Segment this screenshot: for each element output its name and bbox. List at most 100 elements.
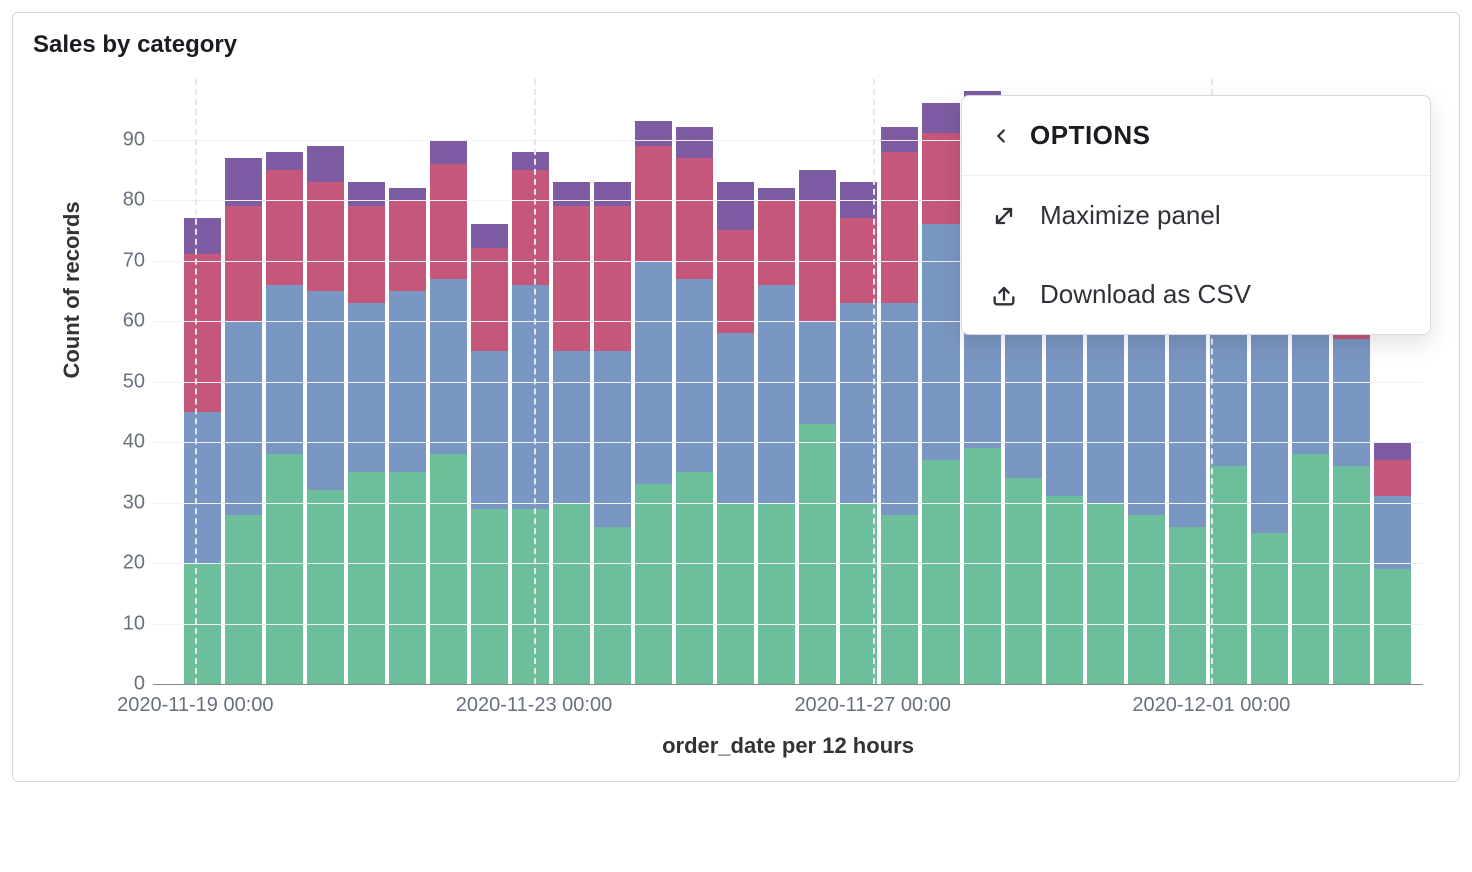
bar[interactable]: [551, 182, 592, 684]
bar-segment-purple: [594, 182, 631, 206]
bar-segment-blue: [512, 285, 549, 509]
bar-segment-green: [964, 448, 1001, 684]
bar[interactable]: [633, 121, 674, 684]
download-csv-item[interactable]: Download as CSV: [962, 255, 1430, 334]
bar-segment-pink: [184, 254, 221, 411]
y-tick-label: 70: [123, 249, 153, 272]
bar-segment-blue: [184, 412, 221, 563]
bar-segment-green: [1087, 503, 1124, 685]
bar-segment-pink: [307, 182, 344, 291]
bar[interactable]: [879, 127, 920, 684]
maximize-panel-label: Maximize panel: [1040, 200, 1221, 231]
bar-segment-green: [430, 454, 467, 684]
bar-segment-pink: [225, 206, 262, 321]
bar-segment-blue: [1374, 496, 1411, 569]
bar[interactable]: [346, 182, 387, 684]
bar-segment-pink: [881, 152, 918, 303]
chart-panel: Sales by category Count of records 01020…: [12, 12, 1460, 782]
gridline: [153, 382, 1423, 383]
bar-segment-green: [1046, 496, 1083, 684]
bar-segment-green: [348, 472, 385, 684]
maximize-panel-item[interactable]: Maximize panel: [962, 176, 1430, 255]
bar[interactable]: [469, 224, 510, 684]
bar[interactable]: [223, 158, 264, 684]
bar[interactable]: [756, 188, 797, 684]
bar[interactable]: [797, 170, 838, 684]
bar-segment-green: [471, 509, 508, 684]
gridline: [153, 442, 1423, 443]
bar-segment-blue: [1005, 327, 1042, 478]
gridline: [153, 624, 1423, 625]
y-axis-label: Count of records: [59, 201, 85, 378]
chevron-left-icon: [990, 125, 1012, 147]
bar[interactable]: [264, 152, 305, 684]
bar-segment-green: [225, 515, 262, 684]
bar-segment-blue: [348, 303, 385, 472]
y-tick-label: 60: [123, 310, 153, 333]
bar-segment-green: [1169, 527, 1206, 684]
bar[interactable]: [592, 182, 633, 684]
y-tick-label: 90: [123, 128, 153, 151]
bar-segment-blue: [553, 351, 590, 502]
bar-segment-pink: [266, 170, 303, 285]
vertical-gridline: [873, 79, 875, 684]
bar[interactable]: [674, 127, 715, 684]
bar-segment-green: [553, 503, 590, 685]
bar-segment-purple: [512, 152, 549, 170]
bar-segment-green: [881, 515, 918, 684]
bar-segment-green: [307, 490, 344, 684]
bar-segment-blue: [635, 261, 672, 485]
bar-segment-purple: [553, 182, 590, 206]
bar-segment-blue: [676, 279, 713, 473]
bar-segment-pink: [1374, 460, 1411, 496]
bar-segment-blue: [717, 333, 754, 502]
bar[interactable]: [715, 182, 756, 684]
y-tick-label: 50: [123, 370, 153, 393]
options-header-label: OPTIONS: [1030, 120, 1151, 151]
y-tick-label: 20: [123, 552, 153, 575]
bar-segment-purple: [307, 146, 344, 182]
expand-icon: [990, 202, 1018, 230]
vertical-gridline: [534, 79, 536, 684]
bar-segment-purple: [430, 140, 467, 164]
bar-segment-purple: [758, 188, 795, 200]
bar-segment-pink: [758, 200, 795, 285]
bar-segment-green: [758, 503, 795, 685]
bar[interactable]: [387, 188, 428, 684]
bar-segment-blue: [1128, 315, 1165, 515]
bar-segment-green: [1210, 466, 1247, 684]
bar-segment-green: [1005, 478, 1042, 684]
bar-segment-green: [1333, 466, 1370, 684]
bar-segment-purple: [389, 188, 426, 200]
y-tick-label: 80: [123, 189, 153, 212]
bar[interactable]: [182, 218, 223, 684]
options-back-button[interactable]: OPTIONS: [962, 96, 1430, 176]
bar-segment-blue: [758, 285, 795, 503]
bar-segment-green: [799, 424, 836, 684]
bar-segment-blue: [1046, 315, 1083, 497]
bar-segment-green: [1128, 515, 1165, 684]
download-icon: [990, 281, 1018, 309]
bar[interactable]: [428, 140, 469, 684]
bar-segment-purple: [348, 182, 385, 206]
bar-segment-green: [635, 484, 672, 684]
bar[interactable]: [920, 103, 961, 684]
bar-segment-pink: [348, 206, 385, 303]
bar[interactable]: [305, 146, 346, 684]
bar-segment-green: [717, 503, 754, 685]
x-tick-label: 2020-11-23 00:00: [456, 684, 612, 717]
bar-segment-blue: [225, 321, 262, 515]
bar-segment-blue: [1333, 339, 1370, 466]
bar-segment-green: [922, 460, 959, 684]
x-tick-label: 2020-12-01 00:00: [1132, 684, 1290, 717]
options-popover: OPTIONS Maximize panel Download as CSV: [961, 95, 1431, 335]
download-csv-label: Download as CSV: [1040, 279, 1251, 310]
bar[interactable]: [510, 152, 551, 684]
y-tick-label: 30: [123, 491, 153, 514]
bar-segment-green: [512, 509, 549, 684]
bar-segment-pink: [922, 133, 959, 224]
bar-segment-blue: [1087, 315, 1124, 503]
bar-segment-pink: [553, 206, 590, 351]
bar-segment-purple: [471, 224, 508, 248]
bar-segment-blue: [266, 285, 303, 454]
